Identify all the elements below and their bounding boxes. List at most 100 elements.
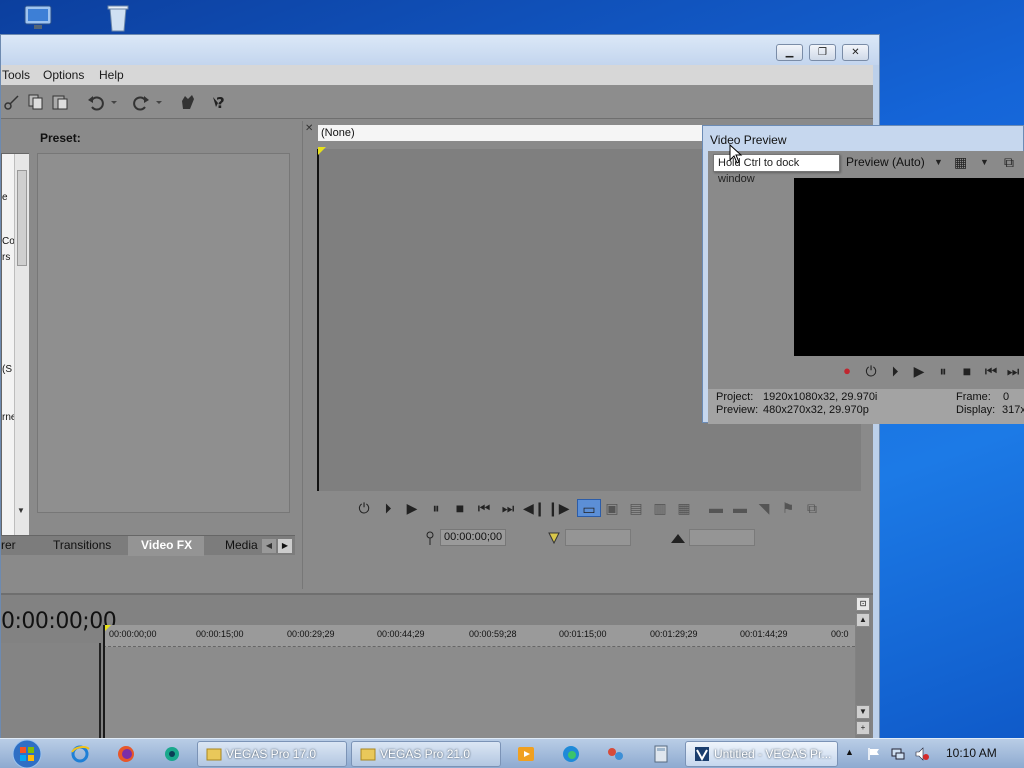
loop-icon[interactable]: ⏻ [862, 362, 880, 380]
firefox-icon[interactable] [116, 744, 136, 764]
list-item[interactable]: Co [2, 236, 15, 247]
copy-snapshot-icon[interactable]: ⧉ [1004, 154, 1014, 171]
scroll-down-arrow-icon[interactable]: ▼ [856, 705, 870, 719]
scroll-down-arrow-icon[interactable]: ▼ [17, 506, 25, 515]
go-to-end-icon[interactable]: ⏭ [499, 499, 517, 517]
taskbar-button-label: VEGAS Pro 21.0 [380, 747, 471, 761]
redo-icon[interactable] [132, 93, 150, 111]
cursor-marker-icon [318, 147, 326, 155]
track-header-area[interactable] [1, 643, 101, 743]
add-to-timeline-icon[interactable]: ▣ [603, 499, 621, 517]
list-item[interactable]: e [2, 192, 8, 203]
tabs-scroll-right-icon[interactable]: ▶ [278, 539, 292, 553]
fit-icon[interactable]: ▥ [651, 499, 669, 517]
selection-length-field[interactable] [689, 529, 755, 546]
stop-icon[interactable]: ■ [958, 362, 976, 380]
taskbar-button-vegas-21[interactable]: VEGAS Pro 21.0 [351, 741, 501, 767]
frame-label: Frame: [956, 391, 991, 403]
trimmer-mode-icon[interactable]: ▭ [577, 499, 601, 517]
paste-icon[interactable] [51, 93, 69, 111]
computer-icon[interactable] [22, 4, 54, 32]
playhead-line[interactable] [103, 625, 105, 743]
title-bar[interactable]: ▁ ❐ ✕ [1, 35, 879, 65]
timeline-vertical-scrollbar[interactable]: ⊡ ▲ ▼ + [856, 595, 871, 743]
play-from-start-icon[interactable]: ⏵ [886, 362, 904, 380]
undo-history-chevron-down-icon[interactable] [109, 93, 119, 111]
redo-history-chevron-down-icon[interactable] [154, 93, 164, 111]
subclip-icon[interactable]: ▬ [707, 499, 725, 517]
media-player-icon[interactable] [516, 744, 536, 764]
close-button[interactable]: ✕ [842, 44, 869, 61]
loop-icon[interactable]: ⏻ [355, 499, 373, 517]
whats-this-help-icon[interactable]: ? [212, 93, 230, 111]
copy-icon[interactable] [27, 93, 45, 111]
region-marker-icon[interactable]: ⚑ [779, 499, 797, 517]
volume-muted-icon[interactable] [915, 747, 929, 761]
menu-tools[interactable]: Tools [2, 68, 30, 82]
minimize-button[interactable]: ▁ [776, 44, 803, 61]
system-clock[interactable]: 10:10 AM [946, 746, 997, 760]
network-app-icon[interactable] [606, 744, 626, 764]
recycle-bin-icon[interactable] [102, 4, 134, 32]
ruler-tick-label: 00:00:59;28 [469, 629, 517, 639]
play-from-start-icon[interactable]: ⏵ [379, 499, 397, 517]
properties-hand-icon[interactable] [179, 93, 197, 111]
snap-icon[interactable]: ⧉ [803, 499, 821, 517]
maximize-button[interactable]: ❐ [809, 44, 836, 61]
taskbar-button-untitled-vegas[interactable]: Untitled - VEGAS Pr... [685, 741, 838, 767]
edge-browser-icon[interactable] [561, 744, 581, 764]
pin-icon[interactable]: ⊡ [856, 597, 870, 611]
network-icon[interactable] [891, 747, 905, 761]
cut-icon[interactable] [3, 93, 21, 111]
tab-explorer[interactable]: rer [1, 536, 35, 556]
tab-video-fx[interactable]: Video FX [128, 536, 204, 556]
play-icon[interactable]: ▶ [910, 362, 928, 380]
timeline-ruler[interactable]: 00:00:00;00 00:00:15;00 00:00:29;29 00:0… [103, 625, 855, 647]
explorer-list-scrollbar[interactable]: ▼ [14, 154, 29, 536]
overlays-grid-icon[interactable]: ▦ [954, 154, 967, 171]
undo-icon[interactable] [87, 93, 105, 111]
insert-icon[interactable]: ▤ [627, 499, 645, 517]
record-icon[interactable]: ● [838, 362, 856, 380]
explorer-tree-list[interactable]: e Co rs (S rne ▼ [1, 153, 29, 537]
close-panel-icon[interactable]: ✕ [305, 123, 313, 134]
previous-frame-icon[interactable]: ◀❙ [523, 499, 546, 517]
mouse-pointer-icon [729, 144, 743, 164]
preview-quality-dropdown[interactable]: Preview (Auto) [846, 155, 925, 169]
stop-icon[interactable]: ■ [451, 499, 469, 517]
tabs-scroll-left-icon[interactable]: ◀ [262, 539, 276, 553]
taskbar-button-vegas-17[interactable]: VEGAS Pro 17.0 [197, 741, 347, 767]
chevron-down-icon[interactable]: ▼ [934, 157, 943, 167]
overwrite-icon[interactable]: ▦ [675, 499, 693, 517]
start-button-icon[interactable] [8, 739, 46, 768]
preset-list[interactable] [37, 153, 290, 513]
zoom-in-icon[interactable]: + [856, 721, 870, 735]
menu-help[interactable]: Help [99, 68, 124, 82]
list-item[interactable]: rs [2, 252, 10, 263]
go-to-start-icon[interactable]: ⏮ [982, 362, 1000, 380]
action-center-flag-icon[interactable] [867, 747, 881, 761]
marker-icon[interactable]: ◥ [755, 499, 773, 517]
pause-icon[interactable]: ⏸ [934, 362, 952, 380]
chevron-down-icon[interactable]: ▼ [980, 157, 989, 167]
play-icon[interactable]: ▶ [403, 499, 421, 517]
menu-options[interactable]: Options [43, 68, 84, 82]
go-to-end-icon[interactable]: ⏭ [1004, 362, 1022, 380]
tab-media[interactable]: Media [213, 536, 259, 556]
media-app-icon[interactable] [162, 744, 182, 764]
list-item[interactable]: (S [2, 364, 12, 375]
tab-transitions[interactable]: Transitions [41, 536, 123, 556]
show-hidden-icons-chevron-up-icon[interactable]: ▲ [845, 747, 859, 761]
video-preview-screen[interactable] [794, 178, 1024, 356]
next-frame-icon[interactable]: ❙▶ [547, 499, 570, 517]
region-icon[interactable]: ▬ [731, 499, 749, 517]
ruler-tick-label: 00:00:44;29 [377, 629, 425, 639]
calculator-icon[interactable] [651, 744, 671, 764]
scroll-up-arrow-icon[interactable]: ▲ [856, 613, 870, 627]
go-to-start-icon[interactable]: ⏮ [475, 499, 493, 517]
internet-explorer-icon[interactable] [70, 744, 90, 764]
pause-icon[interactable]: ⏸ [427, 499, 445, 517]
track-area[interactable] [103, 647, 855, 743]
selection-start-field[interactable] [565, 529, 631, 546]
scrollbar-thumb[interactable] [17, 170, 27, 266]
